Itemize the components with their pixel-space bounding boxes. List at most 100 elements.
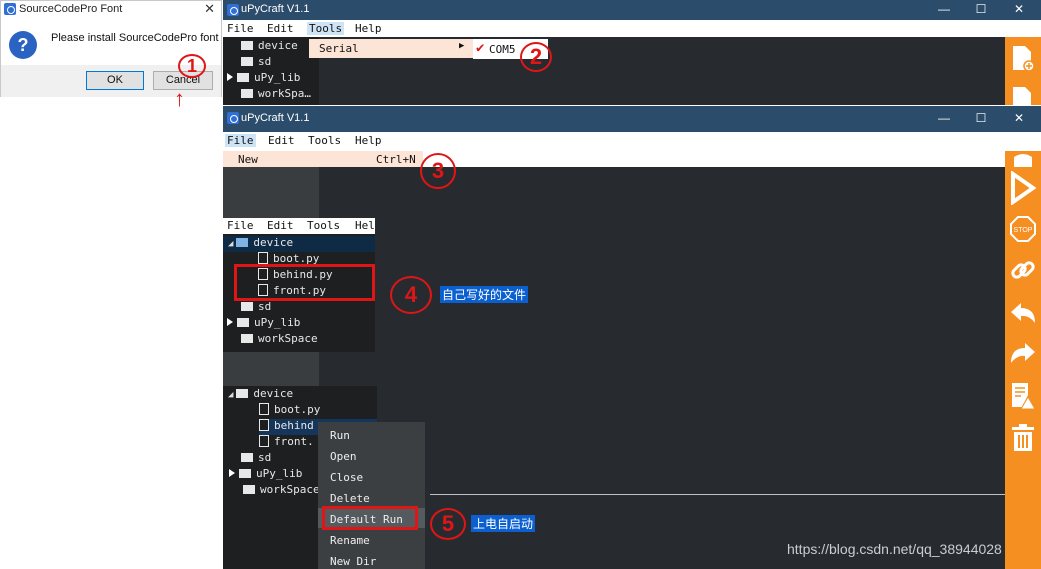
context-open[interactable]: Open: [330, 450, 357, 463]
menu-help[interactable]: Help: [355, 134, 382, 147]
folder-icon: [241, 57, 253, 66]
maximize-button[interactable]: ☐: [971, 111, 991, 125]
menu-tools[interactable]: Tools: [307, 22, 345, 35]
step-2-marker: 2: [520, 42, 552, 72]
undo-icon[interactable]: [1009, 301, 1037, 327]
dialog-close-button[interactable]: ✕: [204, 1, 215, 17]
tree-item-front-py[interactable]: front.: [259, 435, 314, 451]
app-icon: [227, 112, 239, 124]
menu-edit[interactable]: Edit: [267, 22, 294, 35]
menu-file[interactable]: File: [227, 22, 254, 35]
folder-icon: [239, 469, 251, 478]
menu-edit[interactable]: Edit: [268, 134, 295, 147]
tree-item-device[interactable]: ◢ device: [223, 236, 375, 252]
file-dropdown: New Ctrl+N: [223, 151, 423, 167]
folder-icon: [241, 41, 253, 50]
context-delete[interactable]: Delete: [330, 492, 370, 505]
window2-tree-placeholder: [223, 167, 319, 218]
window1-toolbar: [1005, 37, 1041, 105]
tree-item-sd[interactable]: sd: [241, 451, 271, 467]
expand-arrow-icon: [227, 73, 233, 81]
menu-item-new-shortcut: Ctrl+N: [376, 153, 416, 166]
window1-file-tree: device sd uPy_lib workSpa…: [223, 37, 319, 105]
context-new-dir[interactable]: New Dir: [330, 555, 376, 568]
tree-item-device[interactable]: ◢ device: [228, 387, 293, 403]
window1-title: uPyCraft V1.1: [241, 3, 310, 15]
folder-icon: [237, 73, 249, 82]
port-com5[interactable]: COM5: [489, 43, 516, 56]
main-toolbar: STOP: [1005, 151, 1041, 569]
folder-icon: [237, 318, 249, 327]
tree-item-sd[interactable]: sd: [241, 55, 271, 71]
menu-file[interactable]: File: [227, 219, 254, 232]
collapse-arrow-icon: ◢: [228, 239, 234, 249]
file-icon: [259, 435, 269, 447]
file-icon: [259, 419, 269, 431]
folder-icon: [241, 334, 253, 343]
download-run-icon[interactable]: [1009, 171, 1037, 205]
tree-item-sd[interactable]: sd: [241, 300, 271, 316]
minimize-button[interactable]: —: [934, 2, 954, 16]
label-autostart: 上电自启动: [471, 515, 536, 532]
menu-help[interactable]: Help: [355, 22, 382, 35]
submenu-serial[interactable]: Serial: [319, 42, 359, 55]
watermark: https://blog.csdn.net/qq_38944028: [787, 541, 1002, 557]
dialog-titlebar: SourceCodePro Font ✕: [1, 1, 221, 18]
menu-edit[interactable]: Edit: [267, 219, 294, 232]
save-icon[interactable]: [1011, 85, 1035, 105]
connect-icon[interactable]: [1009, 255, 1037, 285]
close-button[interactable]: ✕: [1009, 2, 1029, 16]
menu-file[interactable]: File: [225, 134, 256, 147]
window2-title: uPyCraft V1.1: [241, 112, 310, 124]
window2-menubar: File Edit Tools Help: [223, 132, 1005, 151]
syntax-check-icon[interactable]: [1009, 381, 1037, 411]
folder-icon: [236, 389, 249, 398]
folder-icon: [236, 238, 249, 247]
window1-menubar: File Edit Tools Help: [223, 20, 1041, 37]
tree-item-upy-lib[interactable]: uPy_lib: [227, 316, 300, 332]
tree-item-workspace[interactable]: workSpace: [241, 332, 318, 348]
step-1-marker: 1: [178, 54, 206, 78]
redo-icon[interactable]: [1009, 341, 1037, 367]
menu-item-new[interactable]: New: [238, 153, 258, 166]
new-file-icon[interactable]: [1011, 44, 1035, 74]
tree-item-device[interactable]: device: [241, 39, 298, 55]
check-icon: ✔: [476, 40, 485, 56]
font-warning-dialog: SourceCodePro Font ✕ ? Please install So…: [0, 0, 222, 97]
highlight-default-run: [322, 506, 418, 530]
clear-icon[interactable]: [1010, 423, 1036, 453]
collapse-arrow-icon: ◢: [228, 390, 234, 400]
menu-tools[interactable]: Tools: [308, 134, 341, 147]
tools-submenu: Serial ▶: [309, 39, 473, 58]
folder-icon: [243, 485, 255, 494]
window1-titlebar: uPyCraft V1.1 — ☐ ✕: [223, 0, 1041, 20]
tree-item-upy-lib[interactable]: uPy_lib: [227, 71, 300, 87]
label-user-files: 自己写好的文件: [440, 286, 529, 303]
menu-strip-blank: [423, 151, 1005, 167]
folder-icon: [241, 453, 253, 462]
highlight-user-files: [234, 264, 375, 301]
context-run[interactable]: Run: [330, 429, 350, 442]
question-icon: ?: [9, 31, 37, 59]
stop-icon[interactable]: STOP: [1009, 215, 1037, 243]
save-icon[interactable]: [1011, 153, 1035, 167]
tree-item-upy-lib[interactable]: uPy_lib: [229, 467, 302, 483]
menu-tools[interactable]: Tools: [307, 219, 340, 232]
maximize-button[interactable]: ☐: [971, 2, 991, 16]
minimize-button[interactable]: —: [934, 111, 954, 125]
tree-item-boot-py[interactable]: boot.py: [259, 403, 320, 419]
tree-item-workspace[interactable]: workSpace: [243, 483, 320, 499]
context-menu: Run Open Close Delete Default Run Rename…: [318, 422, 425, 569]
panel3-gap: [223, 352, 319, 386]
arrow-annotation-icon: ↑: [174, 86, 185, 111]
step-3-marker: 3: [420, 153, 456, 189]
submenu-arrow-icon: ▶: [459, 41, 465, 51]
step-5-marker: 5: [430, 508, 466, 540]
ok-button[interactable]: OK: [86, 71, 144, 90]
close-button[interactable]: ✕: [1009, 111, 1029, 125]
file-icon: [258, 252, 268, 264]
context-rename[interactable]: Rename: [330, 534, 370, 547]
dialog-title: SourceCodePro Font: [19, 3, 123, 15]
tree-item-workspace[interactable]: workSpa…: [241, 87, 311, 103]
context-close[interactable]: Close: [330, 471, 363, 484]
